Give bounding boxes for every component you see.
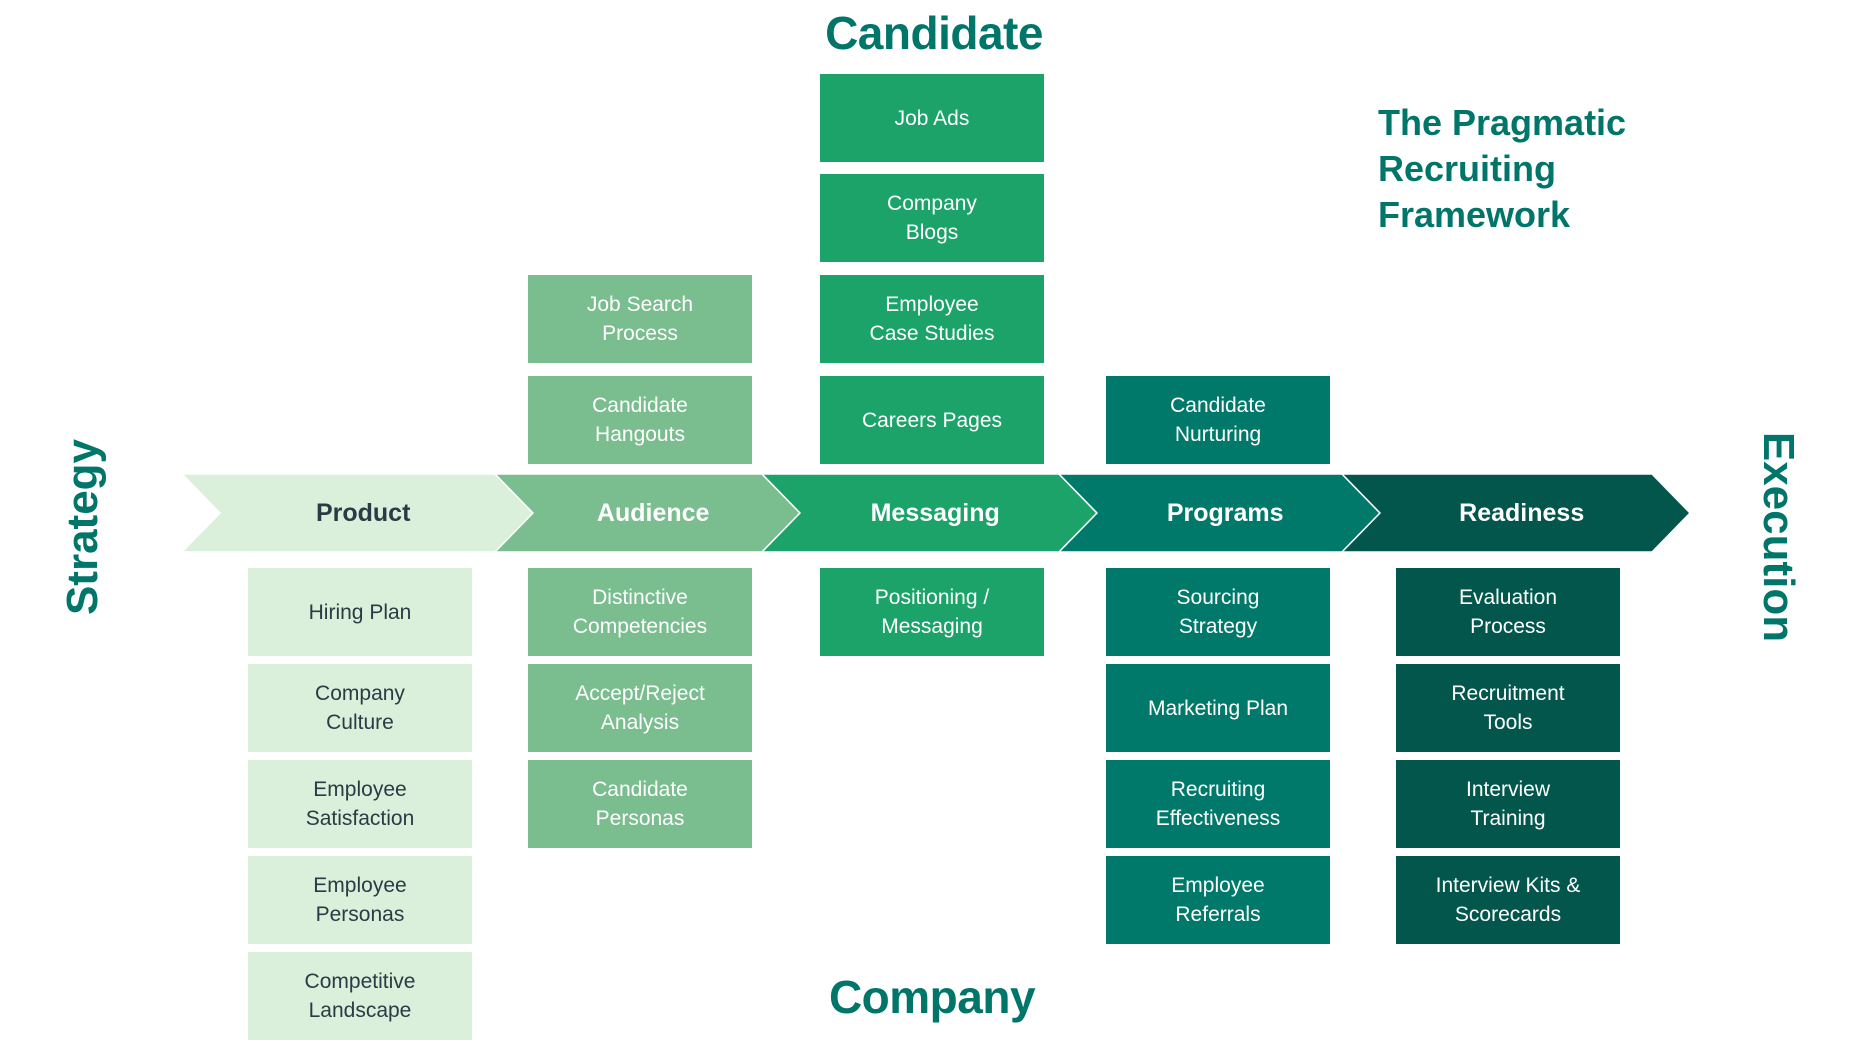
stage-label-audience: Audience <box>596 499 710 527</box>
framework-item-readiness-below[interactable]: Interview Training <box>1396 760 1620 848</box>
stage-label-product: Product <box>315 499 411 527</box>
framework-item-product-below[interactable]: Employee Personas <box>248 856 472 944</box>
framework-item-audience-below[interactable]: Distinctive Competencies <box>528 568 752 656</box>
framework-item-product-below[interactable]: Hiring Plan <box>248 568 472 656</box>
framework-item-audience-above[interactable]: Job Search Process <box>528 275 752 363</box>
framework-item-messaging-above[interactable]: Careers Pages <box>820 376 1044 464</box>
framework-item-audience-below[interactable]: Accept/Reject Analysis <box>528 664 752 752</box>
framework-item-programs-above[interactable]: Candidate Nurturing <box>1106 376 1330 464</box>
framework-item-messaging-below[interactable]: Positioning / Messaging <box>820 568 1044 656</box>
framework-item-product-below[interactable]: Competitive Landscape <box>248 952 472 1040</box>
framework-item-programs-below[interactable]: Marketing Plan <box>1106 664 1330 752</box>
framework-item-readiness-below[interactable]: Interview Kits & Scorecards <box>1396 856 1620 944</box>
framework-item-product-below[interactable]: Employee Satisfaction <box>248 760 472 848</box>
framework-item-messaging-above[interactable]: Job Ads <box>820 74 1044 162</box>
framework-item-messaging-above[interactable]: Employee Case Studies <box>820 275 1044 363</box>
framework-item-readiness-below[interactable]: Recruitment Tools <box>1396 664 1620 752</box>
stage-label-readiness: Readiness <box>1459 499 1585 527</box>
stage-label-messaging: Messaging <box>870 499 1000 527</box>
framework-item-readiness-below[interactable]: Evaluation Process <box>1396 568 1620 656</box>
framework-item-audience-above[interactable]: Candidate Hangouts <box>528 376 752 464</box>
framework-item-messaging-above[interactable]: Company Blogs <box>820 174 1044 262</box>
framework-item-programs-below[interactable]: Employee Referrals <box>1106 856 1330 944</box>
framework-item-product-below[interactable]: Company Culture <box>248 664 472 752</box>
framework-item-audience-below[interactable]: Candidate Personas <box>528 760 752 848</box>
stage-label-programs: Programs <box>1166 499 1284 527</box>
framework-item-programs-below[interactable]: Recruiting Effectiveness <box>1106 760 1330 848</box>
framework-item-programs-below[interactable]: Sourcing Strategy <box>1106 568 1330 656</box>
